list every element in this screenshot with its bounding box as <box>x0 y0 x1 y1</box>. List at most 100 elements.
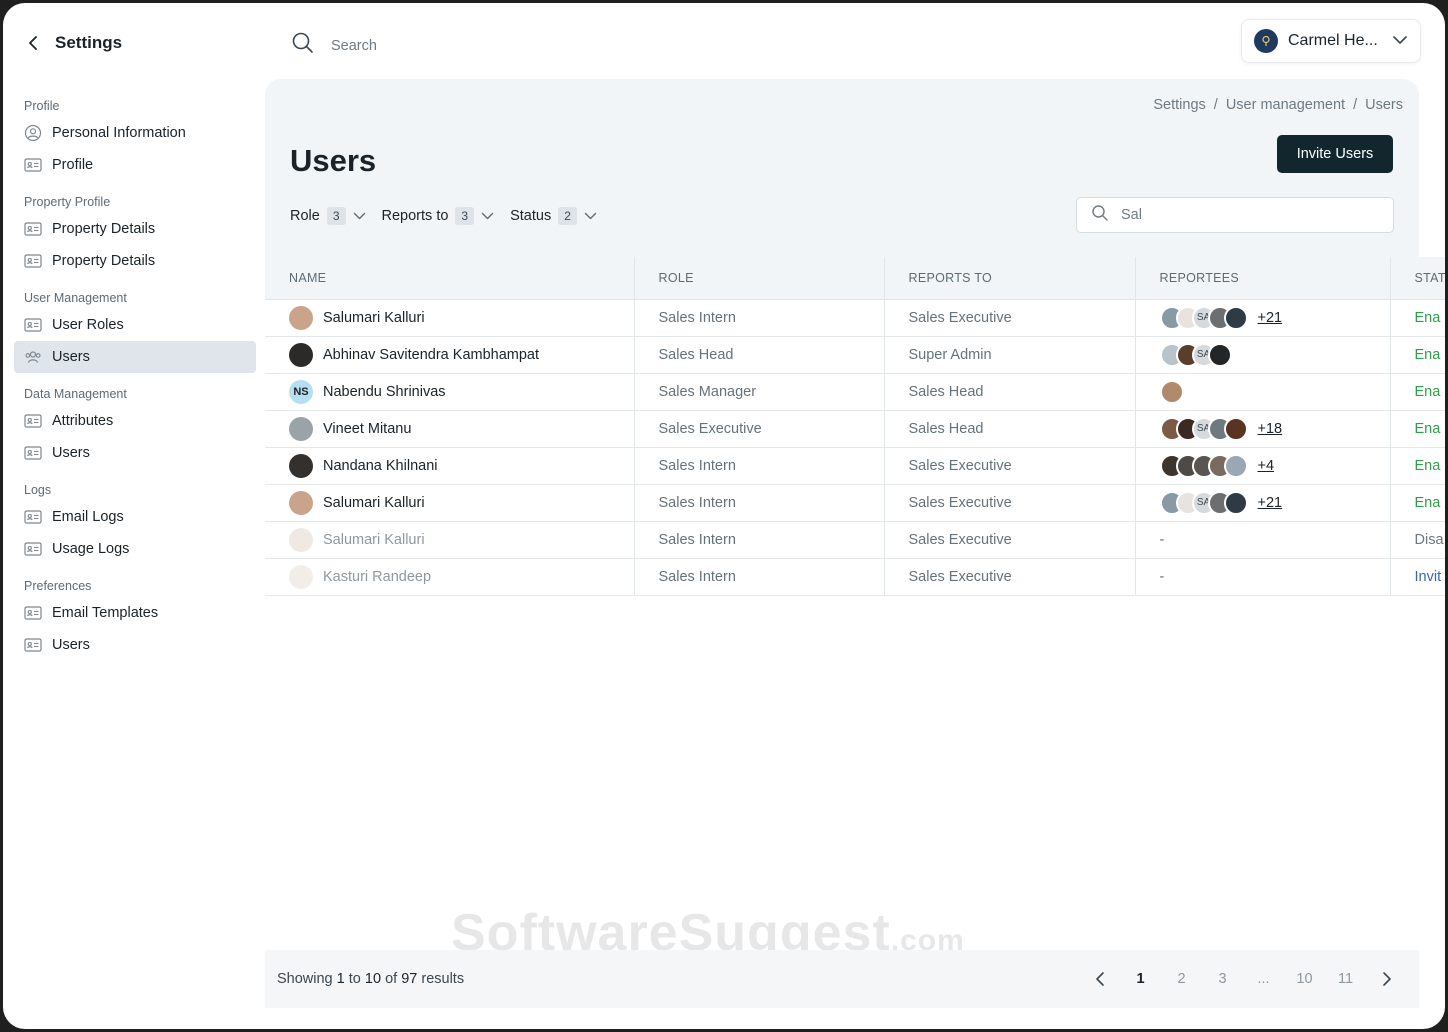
avatar: NS <box>289 379 313 404</box>
user-name[interactable]: Salumari Kalluri <box>323 310 425 326</box>
filter-bar: Role 3 Reports to 3 Status 2 <box>290 207 597 225</box>
table-header-row: NAME ROLE REPORTS TO REPORTEES STAT <box>265 257 1445 300</box>
nav-section-title: Profile <box>24 99 60 113</box>
table-row[interactable]: Vineet Mitanu Sales Executive Sales Head SA… <box>265 410 1445 448</box>
sidebar-item-email-templates[interactable]: Email Templates <box>14 597 256 629</box>
sidebar-item-email-logs[interactable]: Email Logs <box>14 501 256 533</box>
table-row[interactable]: Salumari Kalluri Sales Intern Sales Execut… <box>265 521 1445 559</box>
page-number[interactable]: 3 <box>1202 971 1243 987</box>
filter-count-badge: 3 <box>455 207 475 225</box>
nav-section: Logs Email Logs Usage Logs <box>14 479 256 565</box>
cell-reports-to: Sales Head <box>883 373 1135 411</box>
sidebar-item-profile[interactable]: Profile <box>14 149 256 181</box>
chevron-left-icon[interactable] <box>21 31 45 55</box>
sidebar-item-personal-information[interactable]: Personal Information <box>14 117 256 149</box>
sidebar-item-users[interactable]: Users <box>14 437 256 469</box>
table-row[interactable]: Nandana Khilnani Sales Intern Sales Execut… <box>265 447 1445 485</box>
reportee-avatar-stack[interactable] <box>1159 379 1366 404</box>
sidebar-item-users[interactable]: Users <box>14 629 256 661</box>
table-row[interactable]: Kasturi Randeep Sales Intern Sales Executi… <box>265 558 1445 596</box>
empty-value: - <box>1159 531 1165 548</box>
more-reportees-link[interactable]: +18 <box>1258 421 1283 437</box>
user-name[interactable]: Kasturi Randeep <box>323 569 431 585</box>
cell-reports-to: Sales Executive <box>883 558 1135 596</box>
user-name[interactable]: Abhinav Savitendra Kambhampat <box>323 347 539 363</box>
sidebar-item-label: Attributes <box>52 413 114 429</box>
sidebar-nav: Profile Personal Information Profile Proper… <box>14 95 256 671</box>
cell-status: Ena <box>1389 484 1445 522</box>
sidebar-item-usage-logs[interactable]: Usage Logs <box>14 533 256 565</box>
sidebar-item-attributes[interactable]: Attributes <box>14 405 256 437</box>
table-row[interactable]: NS Nabendu Shrinivas Sales Manager Sales He… <box>265 373 1445 411</box>
filter-reports-to[interactable]: Reports to 3 <box>382 207 495 225</box>
chevron-left-icon[interactable] <box>1079 971 1120 987</box>
sidebar-item-user-roles[interactable]: User Roles <box>14 309 256 341</box>
reportee-avatar-stack[interactable]: SA +21 <box>1159 490 1366 515</box>
status-badge: Invit <box>1414 568 1442 585</box>
more-reportees-link[interactable]: +21 <box>1258 310 1283 326</box>
reportee-avatar-stack[interactable]: +4 <box>1159 453 1366 478</box>
cell-role: Sales Manager <box>633 373 884 411</box>
reportee-avatar-stack[interactable]: SA +21 <box>1159 305 1366 330</box>
more-reportees-link[interactable]: +4 <box>1258 458 1275 474</box>
more-reportees-link[interactable]: +21 <box>1258 495 1283 511</box>
empty-value: - <box>1159 568 1165 585</box>
breadcrumb-settings[interactable]: Settings <box>1153 97 1205 113</box>
sidebar-item-label: Personal Information <box>52 125 186 141</box>
cell-name: Vineet Mitanu <box>265 410 634 448</box>
status-badge: Ena <box>1414 309 1441 326</box>
table-row[interactable]: Salumari Kalluri Sales Intern Sales Execut… <box>265 484 1445 522</box>
pagination: 1 2 3... 10 11 <box>1079 971 1407 987</box>
sidebar-item-users[interactable]: Users <box>14 341 256 373</box>
search-icon <box>1091 204 1109 227</box>
status-badge: Ena <box>1414 494 1441 511</box>
sidebar-item-property-details[interactable]: Property Details <box>14 213 256 245</box>
reportee-avatar-stack[interactable]: SA <box>1159 342 1366 367</box>
sidebar-item-label: Email Templates <box>52 605 159 621</box>
table-row[interactable]: Salumari Kalluri Sales Intern Sales Execut… <box>265 299 1445 337</box>
page-number[interactable]: 2 <box>1161 971 1202 987</box>
filter-label: Role <box>290 208 320 224</box>
global-search-input[interactable] <box>329 36 633 55</box>
id-card-icon <box>24 604 42 622</box>
cell-status: Invit <box>1389 558 1445 596</box>
user-name[interactable]: Nandana Khilnani <box>323 458 437 474</box>
sidebar-item-property-details[interactable]: Property Details <box>14 245 256 277</box>
filter-status[interactable]: Status 2 <box>510 207 597 225</box>
status-badge: Ena <box>1414 420 1441 437</box>
table-row[interactable]: Abhinav Savitendra Kambhampat Sales Head S… <box>265 336 1445 374</box>
filter-role[interactable]: Role 3 <box>290 207 366 225</box>
cell-name: NS Nabendu Shrinivas <box>265 373 634 411</box>
id-card-icon <box>24 444 42 462</box>
breadcrumb-user-management[interactable]: User management <box>1226 97 1345 113</box>
cell-reports-to: Sales Head <box>883 410 1135 448</box>
account-name: Carmel He... <box>1288 32 1378 49</box>
page-number[interactable]: 10 <box>1284 971 1325 987</box>
user-name[interactable]: Salumari Kalluri <box>323 532 425 548</box>
pagination-footer: Showing 1 to 10 of 97 results 1 2 3... 10 11 <box>265 950 1419 1008</box>
pagination-ellipsis: ... <box>1257 971 1270 987</box>
chevron-down-icon <box>481 208 494 224</box>
id-card-icon <box>24 508 42 526</box>
cell-status: Ena <box>1389 336 1445 374</box>
nav-section: User Management User Roles Users <box>14 287 256 373</box>
avatar <box>289 453 313 478</box>
cell-name: Kasturi Randeep <box>265 558 634 596</box>
account-switcher[interactable]: Carmel He... <box>1241 19 1421 63</box>
user-name[interactable]: Nabendu Shrinivas <box>323 384 446 400</box>
cell-role: Sales Intern <box>633 521 884 559</box>
chevron-right-icon[interactable] <box>1366 971 1407 987</box>
column-header: STAT <box>1389 257 1445 300</box>
page-number[interactable]: 11 <box>1325 971 1366 987</box>
cell-status: Ena <box>1389 447 1445 485</box>
page-number[interactable]: 1 <box>1120 971 1161 987</box>
users-panel-header: Settings / User management / Users Users… <box>265 79 1419 259</box>
reportee-avatar-stack[interactable]: SA +18 <box>1159 416 1366 441</box>
table-search-input[interactable] <box>1119 206 1379 224</box>
sidebar-item-label: Property Details <box>52 253 156 269</box>
nav-section: Preferences Email Templates Users <box>14 575 256 661</box>
user-name[interactable]: Vineet Mitanu <box>323 421 411 437</box>
sidebar-item-label: Profile <box>52 157 94 173</box>
user-name[interactable]: Salumari Kalluri <box>323 495 425 511</box>
invite-users-button[interactable]: Invite Users <box>1277 135 1393 173</box>
